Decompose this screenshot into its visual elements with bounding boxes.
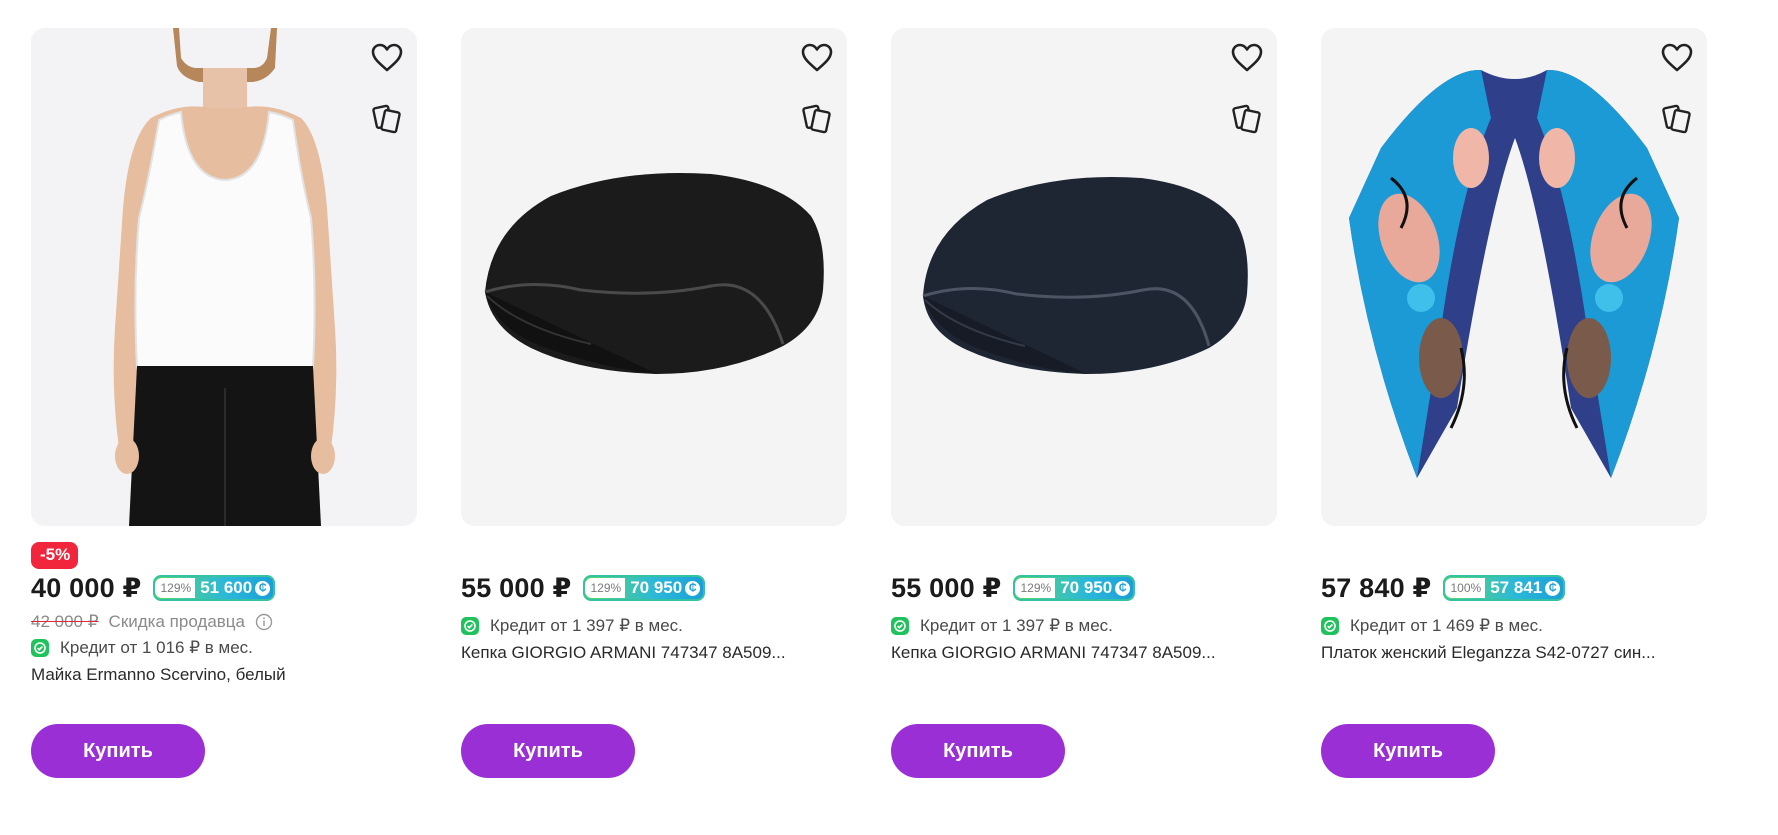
compare-button[interactable] [1229, 100, 1265, 136]
product-title[interactable]: Платок женский Eleganzza S42-0727 син... [1321, 643, 1707, 663]
compare-button[interactable] [799, 100, 835, 136]
product-title[interactable]: Кепка GIORGIO ARMANI 747347 8A509... [891, 643, 1277, 663]
buy-button[interactable]: Купить [31, 724, 205, 778]
credit-text[interactable]: Кредит от 1 397 ₽ в мес. [490, 616, 683, 636]
bonus-value: 57 841 [1490, 578, 1543, 597]
bonus-percent: 129% [585, 578, 626, 598]
compare-icon [372, 104, 401, 134]
credit-text[interactable]: Кредит от 1 397 ₽ в мес. [920, 616, 1113, 636]
compare-icon [1662, 104, 1691, 134]
product-card[interactable]: 57 840 ₽ 100% 57 841 ₵ Кредит от 1 469 ₽… [1321, 28, 1707, 778]
product-image[interactable] [461, 28, 847, 526]
compare-button[interactable] [369, 100, 405, 136]
favorite-button[interactable] [369, 40, 405, 76]
compare-icon [802, 104, 831, 134]
credit-check-icon [891, 617, 909, 635]
price: 57 840 ₽ [1321, 572, 1432, 603]
bonus-coin-icon: ₵ [685, 580, 701, 596]
bonus-value: 70 950 [1060, 578, 1113, 597]
bonus-value: 70 950 [630, 578, 683, 597]
product-card[interactable]: 55 000 ₽ 129% 70 950 ₵ Кредит от 1 397 ₽… [461, 28, 847, 778]
bonus-coin-icon: ₵ [1115, 580, 1131, 596]
credit-text[interactable]: Кредит от 1 016 ₽ в мес. [60, 638, 253, 658]
product-grid: -5% 40 000 ₽ 129% 51 600 ₵ 42 000 ₽ Скид… [0, 0, 1778, 835]
favorite-button[interactable] [1229, 40, 1265, 76]
bonus-badge: 129% 70 950 ₵ [583, 575, 706, 601]
buy-button[interactable]: Купить [1321, 724, 1495, 778]
floral-scarf-photo [1321, 28, 1707, 526]
product-title[interactable]: Майка Ermanno Scervino, белый [31, 665, 417, 685]
heart-icon [1661, 43, 1693, 72]
buy-button[interactable]: Купить [891, 724, 1065, 778]
favorite-button[interactable] [1659, 40, 1695, 76]
bonus-badge: 129% 70 950 ₵ [1013, 575, 1136, 601]
bonus-percent: 129% [1015, 578, 1056, 598]
navy-flat-cap-photo [891, 28, 1277, 526]
product-image[interactable] [1321, 28, 1707, 526]
discount-badge: -5% [31, 542, 79, 569]
compare-button[interactable] [1659, 100, 1695, 136]
black-flat-cap-photo [461, 28, 847, 526]
white-tank-top-photo [31, 28, 417, 526]
buy-button[interactable]: Купить [461, 724, 635, 778]
bonus-percent: 129% [155, 578, 196, 598]
product-image[interactable] [891, 28, 1277, 526]
product-card[interactable]: 55 000 ₽ 129% 70 950 ₵ Кредит от 1 397 ₽… [891, 28, 1277, 778]
old-price: 42 000 ₽ [31, 612, 99, 631]
credit-check-icon [1321, 617, 1339, 635]
bonus-percent: 100% [1445, 578, 1486, 598]
credit-check-icon [461, 617, 479, 635]
price: 40 000 ₽ [31, 572, 142, 603]
product-card[interactable]: -5% 40 000 ₽ 129% 51 600 ₵ 42 000 ₽ Скид… [31, 28, 417, 778]
product-image[interactable] [31, 28, 417, 526]
bonus-value: 51 600 [200, 578, 253, 597]
seller-discount-label: Скидка продавца [108, 612, 246, 631]
favorite-button[interactable] [799, 40, 835, 76]
heart-icon [801, 43, 833, 72]
product-title[interactable]: Кепка GIORGIO ARMANI 747347 8A509... [461, 643, 847, 663]
credit-check-icon [31, 639, 49, 657]
bonus-coin-icon: ₵ [255, 580, 271, 596]
bonus-badge: 100% 57 841 ₵ [1443, 575, 1566, 601]
heart-icon [371, 43, 403, 72]
heart-icon [1231, 43, 1263, 72]
credit-text[interactable]: Кредит от 1 469 ₽ в мес. [1350, 616, 1543, 636]
info-icon[interactable] [255, 613, 273, 631]
bonus-coin-icon: ₵ [1545, 580, 1561, 596]
price: 55 000 ₽ [461, 572, 572, 603]
compare-icon [1232, 104, 1261, 134]
bonus-badge: 129% 51 600 ₵ [153, 575, 276, 601]
price: 55 000 ₽ [891, 572, 1002, 603]
